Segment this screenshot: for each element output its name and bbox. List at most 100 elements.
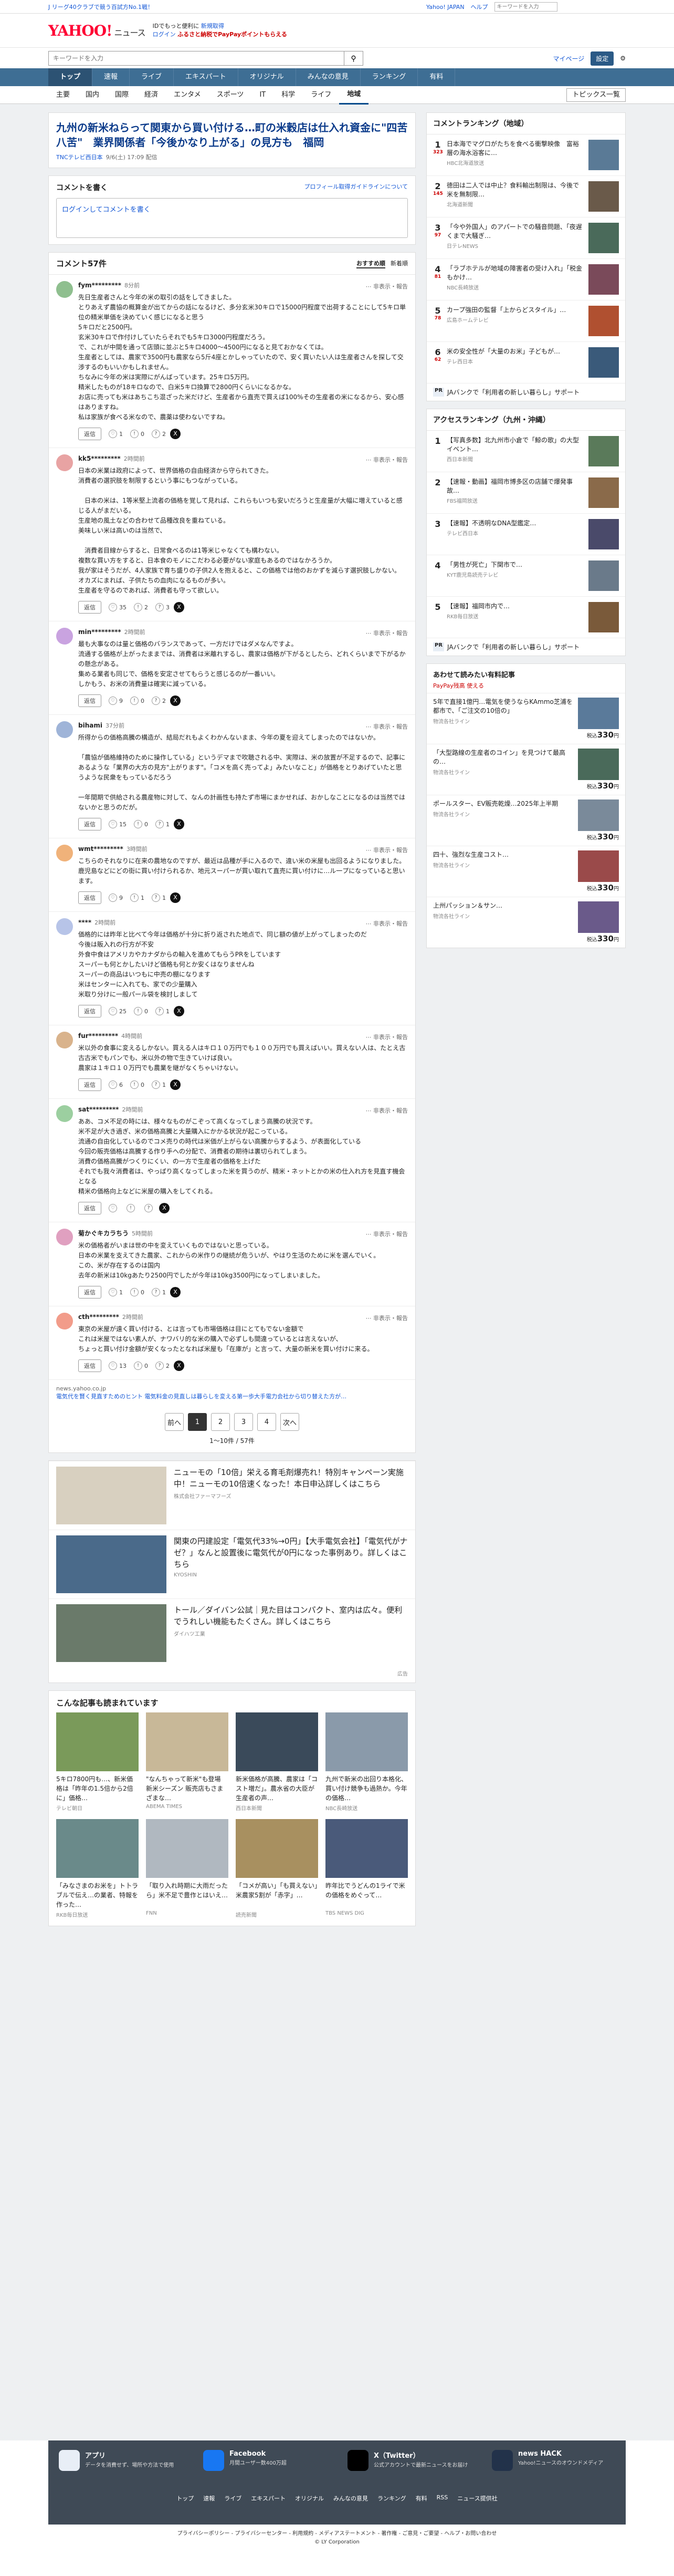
ranking-thumbnail[interactable]	[588, 181, 619, 212]
paid-article[interactable]: 四十、強烈な生産コスト… 物流各社ライン 税込330円	[427, 846, 625, 897]
recommended-item[interactable]: 九州で新米の出回り本格化、買い付け競争も過熱か。今年の価格… NBC長崎放送	[325, 1712, 408, 1812]
page-button[interactable]: 前へ	[165, 1413, 184, 1431]
ranking-item[interactable]: 3 【速報】不透明なDNA型鑑定… テレビ西日本	[427, 514, 625, 555]
promo-link[interactable]: J リーグ40クラブで競う百試方No.1戦！	[48, 3, 153, 11]
recommended-image[interactable]	[236, 1819, 318, 1878]
footer-app[interactable]: Facebook 月間ユーザー数400万超	[203, 2450, 327, 2471]
ranking-title[interactable]: 【速報】福岡市内で…	[447, 603, 510, 610]
avatar[interactable]	[56, 721, 73, 738]
x-share-icon[interactable]: X	[170, 1287, 181, 1297]
footer-app[interactable]: news HACK Yahoo!ニュースのオウンドメディア	[492, 2450, 615, 2471]
ad-title[interactable]: トール／ダイバン公試｜見た目はコンパクト、室内は広々。便利でうれしい機能もたくさ…	[174, 1604, 408, 1627]
report-link[interactable]: ⋯ 非表示・報告	[366, 1033, 408, 1041]
ranking-item[interactable]: 2 【速報・動画】福岡市博多区の店舗で爆発事故… FBS福岡放送	[427, 472, 625, 514]
vote-button[interactable]: ? 1	[152, 894, 166, 902]
avatar[interactable]	[56, 454, 73, 471]
subnav-item[interactable]: 科学	[273, 87, 303, 103]
avatar[interactable]	[56, 1229, 73, 1245]
recommended-image[interactable]	[236, 1712, 318, 1771]
avatar[interactable]	[56, 1032, 73, 1048]
recommended-title[interactable]: 「取り入れ時期に大雨だったら」米不足で豊作とはいえ…	[146, 1881, 228, 1909]
paid-image[interactable]	[578, 749, 619, 780]
vote-button[interactable]: ♡ 1	[109, 430, 123, 438]
help-link[interactable]: ヘルプ	[471, 3, 488, 11]
recommended-image[interactable]	[146, 1712, 228, 1771]
reply-button[interactable]: 返信	[78, 601, 101, 614]
ranking-item[interactable]: 3 97 「今や外国人」のアパートでの騒音問題、「夜遅くまで大騒ぎ… 日テレNEWS	[427, 217, 625, 259]
vote-button[interactable]: ? 2	[152, 697, 166, 705]
ranking-title[interactable]: 「男性が死亡」下関市で…	[447, 561, 522, 568]
ranking-item[interactable]: 5 【速報】福岡市内で… RKB毎日放送	[427, 597, 625, 638]
recommended-title[interactable]: 新米価格が高騰、農家は「コスト増だ」。農水省の大臣が生産者の声…	[236, 1774, 318, 1803]
recommended-image[interactable]	[56, 1819, 139, 1878]
x-share-icon[interactable]: X	[170, 429, 181, 439]
article-source[interactable]: TNCテレビ西日本	[56, 154, 103, 161]
ranking-thumbnail[interactable]	[588, 223, 619, 253]
recommended-item[interactable]: "なんちゃって新米"も登場 新米シーズン 販売店もさまざまな… ABEMA TIM…	[146, 1712, 228, 1812]
sort-recommended[interactable]: おすすめ順	[356, 259, 385, 268]
page-button[interactable]: 4	[257, 1413, 276, 1431]
reply-button[interactable]: 返信	[78, 1005, 101, 1017]
report-link[interactable]: ⋯ 非表示・報告	[366, 919, 408, 928]
search-input[interactable]	[48, 51, 344, 66]
pr-item[interactable]: PR JAバンクで「利用者の新しい暮らし」サポート	[427, 638, 625, 656]
reply-button[interactable]: 返信	[78, 1359, 101, 1372]
paid-article[interactable]: 「大型路線の生産者のコイン」を見つけて最高の… 物流各社ライン 税込330円	[427, 744, 625, 795]
ranking-thumbnail[interactable]	[588, 306, 619, 336]
x-share-icon[interactable]: X	[174, 1360, 184, 1371]
reply-button[interactable]: 返信	[78, 694, 101, 707]
paid-title[interactable]: 四十、強烈な生産コスト…	[433, 851, 509, 858]
footer-link[interactable]: 速報	[203, 2494, 215, 2502]
recommended-item[interactable]: 新米価格が高騰、農家は「コスト増だ」。農水省の大臣が生産者の声… 西日本新聞	[236, 1712, 318, 1812]
subnav-item[interactable]: ライフ	[303, 87, 339, 103]
recommended-title[interactable]: 九州で新米の出回り本格化、買い付け競争も過熱か。今年の価格…	[325, 1774, 408, 1803]
reply-button[interactable]: 返信	[78, 1286, 101, 1299]
reply-button[interactable]: 返信	[78, 428, 101, 440]
footer-link[interactable]: ランキング	[377, 2494, 406, 2502]
signup-link[interactable]: 新規取得	[201, 23, 224, 29]
vote-button[interactable]: ♡ 9	[109, 697, 123, 705]
vote-button[interactable]: ? 2	[155, 1362, 170, 1370]
guideline-link[interactable]: プロフィール取得ガイドラインについて	[304, 182, 408, 193]
footer-link[interactable]: オリジナル	[295, 2494, 324, 2502]
topics-list-button[interactable]: トピックス一覧	[566, 88, 626, 102]
footer-link[interactable]: 有料	[416, 2494, 427, 2502]
paid-image[interactable]	[578, 799, 619, 831]
comment-user[interactable]: kk5********* 2時間前	[78, 454, 408, 463]
x-share-icon[interactable]: X	[174, 602, 184, 612]
comment-user[interactable]: **** 2時間前	[78, 918, 367, 927]
ranking-item[interactable]: 4 「男性が死亡」下関市で… KYT鹿児島読売テレビ	[427, 555, 625, 597]
ranking-title[interactable]: 【写真多数】北九州市小倉で「鯨の歌」の大型イベント…	[447, 437, 579, 453]
report-link[interactable]: ⋯ 非表示・報告	[366, 629, 408, 637]
ranking-item[interactable]: 4 81 「ラブホテルが地域の障害者の受け入れ」「税金もかけ… NBC長崎放送	[427, 259, 625, 300]
x-share-icon[interactable]: X	[170, 695, 181, 706]
vote-button[interactable]: ? 3	[155, 603, 170, 611]
report-link[interactable]: ⋯ 非表示・報告	[366, 722, 408, 731]
page-button[interactable]: 1	[188, 1413, 207, 1431]
ad-item[interactable]: 関東の円建設定「電気代33%→0円」【大手電気会社】「電気代がナゼ？」なんと設置…	[49, 1530, 415, 1598]
paid-article[interactable]: ポールスター、EV販売乾燥…2025年上半期 物流各社ライン 税込330円	[427, 795, 625, 846]
avatar[interactable]	[56, 628, 73, 645]
vote-button[interactable]: ! 2	[134, 603, 148, 611]
ranking-item[interactable]: 2 145 徳田は二人では中止？食料輸出制限は、今後で米を無制限… 北海道新聞	[427, 176, 625, 217]
recommended-title[interactable]: "なんちゃって新米"も登場 新米シーズン 販売店もさまざまな…	[146, 1774, 228, 1803]
ranking-title[interactable]: 【速報】不透明なDNA型鑑定…	[447, 520, 536, 527]
vote-button[interactable]: ♡ 6	[109, 1081, 123, 1089]
vote-button[interactable]: ? 1	[155, 820, 170, 828]
gnav-item[interactable]: 有料	[418, 68, 456, 86]
avatar[interactable]	[56, 918, 73, 935]
vote-button[interactable]: ♡ 13	[109, 1362, 127, 1370]
ranking-title[interactable]: 徳田は二人では中止？食料輸出制限は、今後で米を無制限…	[447, 182, 579, 198]
recommended-item[interactable]: 昨年比でうどんの1ライで米の価格をめぐって… TBS NEWS DIG	[325, 1819, 408, 1918]
recommended-image[interactable]	[56, 1712, 139, 1771]
ad-image[interactable]	[56, 1535, 166, 1593]
top-search-input[interactable]	[494, 2, 557, 12]
comment-user[interactable]: bihami 37分前	[78, 721, 408, 730]
recommended-item[interactable]: 「取り入れ時期に大雨だったら」米不足で豊作とはいえ… FNN	[146, 1819, 228, 1918]
subnav-item[interactable]: 国内	[78, 87, 107, 103]
comment-user[interactable]: fym********* 8分前	[78, 281, 408, 289]
ad-image[interactable]	[56, 1467, 166, 1524]
vote-button[interactable]: ? 2	[152, 430, 166, 438]
paid-image[interactable]	[578, 850, 619, 882]
avatar[interactable]	[56, 1105, 73, 1122]
